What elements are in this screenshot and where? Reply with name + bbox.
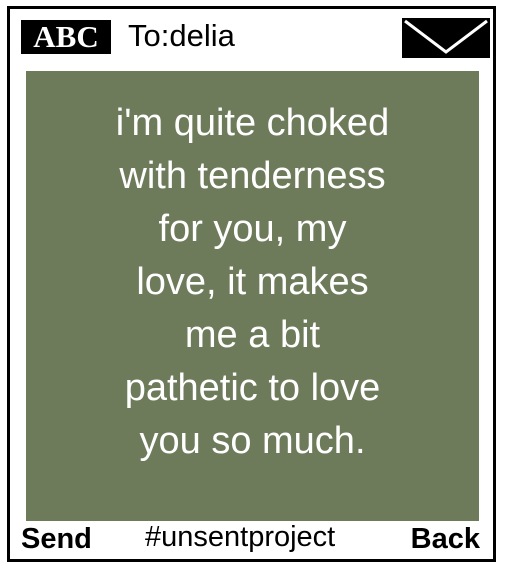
message-body: i'm quite choked with tenderness for you…: [115, 102, 390, 462]
send-button[interactable]: Send: [21, 523, 92, 555]
input-mode-badge: ABC: [21, 20, 111, 54]
envelope-icon: [402, 18, 490, 58]
message-screen: i'm quite choked with tenderness for you…: [26, 71, 479, 521]
recipient-label: To:delia: [128, 18, 235, 53]
phone-frame: ABC To:delia i'm quite choked with tende…: [7, 6, 496, 562]
header-bar: ABC To:delia: [10, 9, 493, 59]
softkey-bar: Send #unsentproject Back: [10, 519, 493, 559]
hashtag-label: #unsentproject: [145, 521, 336, 553]
back-button[interactable]: Back: [411, 523, 480, 555]
